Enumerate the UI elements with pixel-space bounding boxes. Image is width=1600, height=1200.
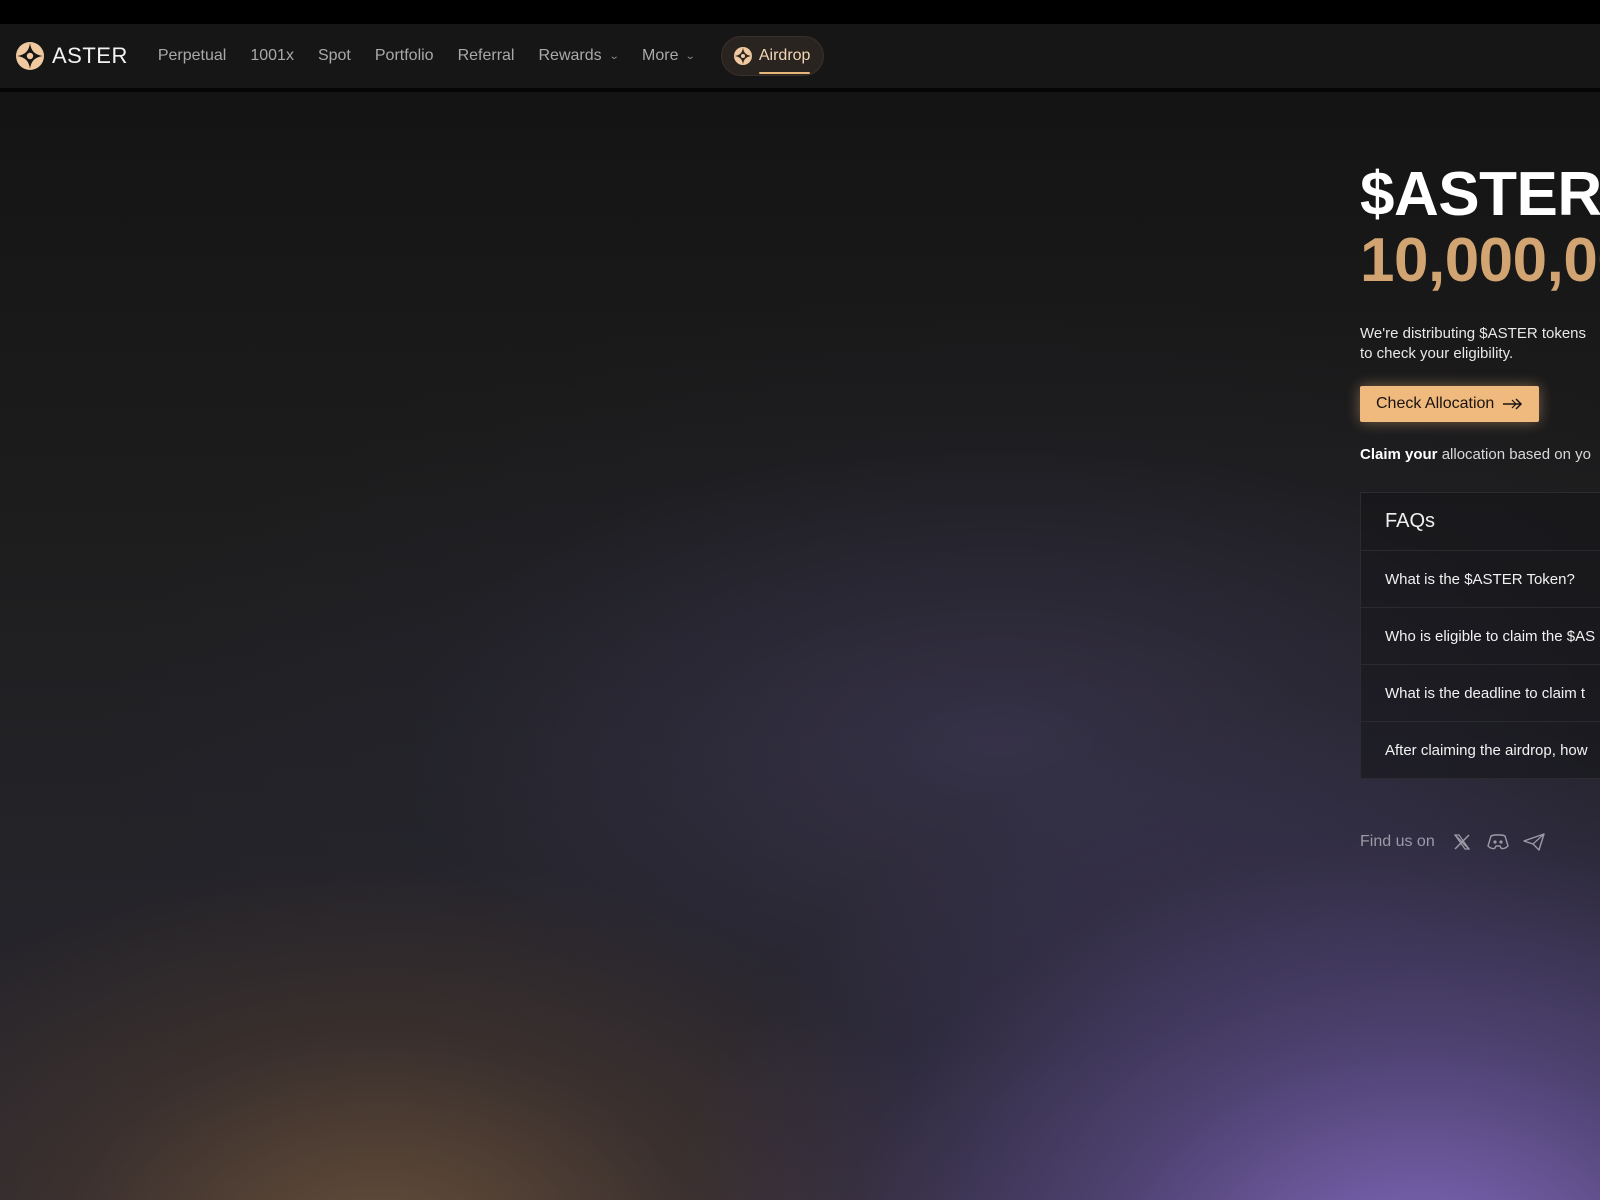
hero-amount: 10,000,00 — [1360, 226, 1600, 295]
telegram-icon[interactable] — [1523, 831, 1545, 853]
check-allocation-button[interactable]: Check Allocation — [1360, 386, 1540, 422]
nav-perpetual[interactable]: Perpetual — [158, 47, 227, 65]
main-nav: Perpetual 1001x Spot Portfolio Referral … — [158, 24, 825, 88]
nav-label: Spot — [317, 47, 351, 64]
hero-description: We're distributing $ASTER tokens to chec… — [1360, 325, 1587, 362]
faq-item[interactable]: What is the $ASTER Token? — [1361, 551, 1600, 608]
nav-label: Rewards — [538, 47, 602, 64]
faq-panel: FAQs What is the $ASTER Token? Who is el… — [1360, 492, 1600, 779]
nav-rewards-dropdown[interactable]: Rewards ⌄ — [538, 47, 620, 65]
aster-logo-icon — [16, 42, 44, 70]
nav-1001x[interactable]: 1001x — [250, 47, 294, 65]
airdrop-label: Airdrop — [758, 47, 811, 74]
airdrop-page-background: $ASTER 10,000,00 We're distributing $AST… — [0, 92, 1600, 1200]
aster-logo-icon — [733, 47, 752, 65]
nav-label: Referral — [457, 47, 515, 64]
window-top-strip — [0, 0, 1600, 24]
hero-title: $ASTER — [1360, 160, 1600, 229]
social-label: Find us on — [1360, 833, 1435, 850]
nav-label: Portfolio — [374, 47, 434, 64]
arrow-right-icon — [1503, 398, 1523, 410]
faq-item[interactable]: After claiming the airdrop, how — [1361, 722, 1600, 778]
claim-note: Claim your allocation based on yo — [1360, 446, 1600, 463]
chevron-down-icon: ⌄ — [685, 50, 697, 62]
brand-logo[interactable]: ASTER — [16, 24, 128, 88]
nav-label: Perpetual — [157, 47, 227, 64]
chevron-down-icon: ⌄ — [608, 50, 620, 62]
nav-label: More — [642, 47, 679, 64]
faq-title: FAQs — [1361, 493, 1600, 551]
cta-label: Check Allocation — [1376, 395, 1495, 412]
nav-airdrop-pill[interactable]: Airdrop — [720, 36, 825, 76]
brand-name: ASTER — [52, 43, 128, 68]
faq-item[interactable]: What is the deadline to claim t — [1361, 665, 1600, 722]
claim-note-rest: allocation based on yo — [1437, 446, 1591, 463]
airdrop-hero: $ASTER 10,000,00 We're distributing $AST… — [1360, 162, 1600, 853]
nav-label: 1001x — [250, 47, 294, 64]
nav-more-dropdown[interactable]: More ⌄ — [642, 47, 697, 65]
claim-note-bold: Claim your — [1360, 446, 1438, 463]
discord-icon[interactable] — [1487, 831, 1509, 853]
nav-referral[interactable]: Referral — [458, 47, 515, 65]
faq-item[interactable]: Who is eligible to claim the $AS — [1361, 608, 1600, 665]
social-links: Find us on — [1360, 831, 1600, 853]
top-navbar: ASTER Perpetual 1001x Spot Portfolio Ref… — [0, 24, 1600, 89]
x-icon[interactable] — [1451, 831, 1473, 853]
nav-portfolio[interactable]: Portfolio — [375, 47, 434, 65]
nav-spot[interactable]: Spot — [318, 47, 351, 65]
